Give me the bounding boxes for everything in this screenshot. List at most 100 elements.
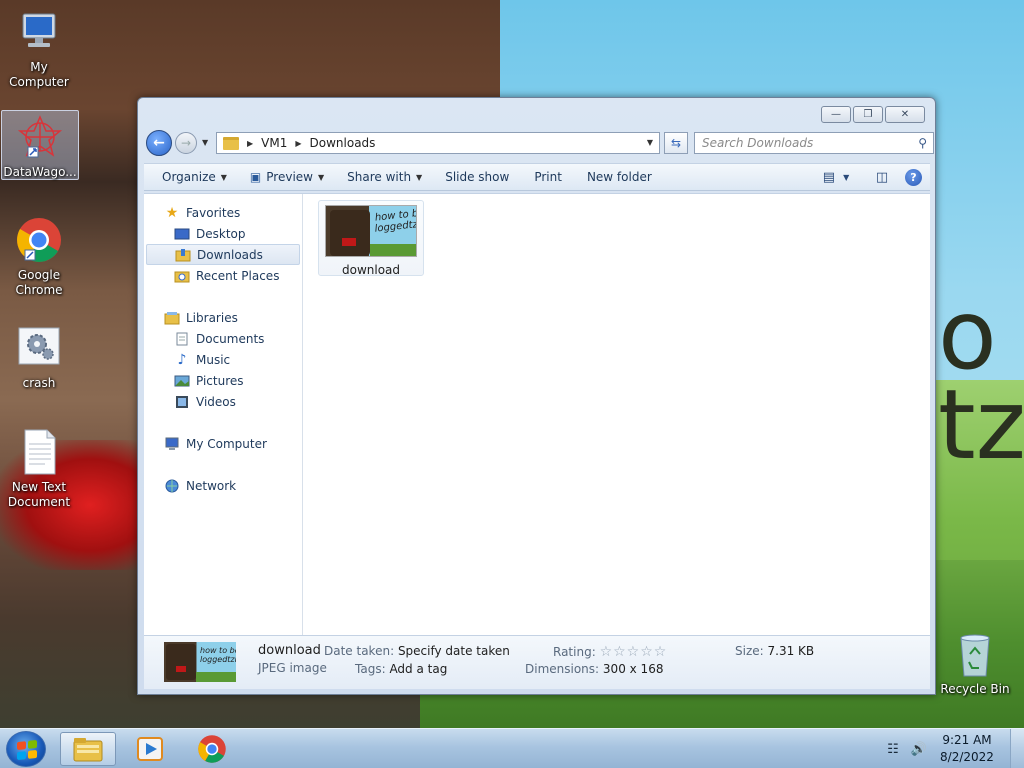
- desktop-icon-recycle-bin[interactable]: Recycle Bin: [936, 632, 1014, 697]
- new-folder-button[interactable]: New folder: [571, 170, 661, 184]
- back-button[interactable]: ←: [146, 130, 172, 156]
- print-button[interactable]: Print: [518, 170, 571, 184]
- search-placeholder: Search Downloads: [702, 136, 814, 150]
- network-icon: [164, 479, 180, 493]
- chevron-down-icon: ▼: [416, 172, 423, 182]
- slide-show-button[interactable]: Slide show: [431, 170, 518, 184]
- clock[interactable]: 9:21 AM 8/2/2022: [936, 732, 998, 766]
- text-file-icon: [15, 428, 63, 476]
- view-icon: ▤: [822, 169, 836, 185]
- chevron-right-icon[interactable]: ▶: [247, 139, 253, 148]
- size-value: 7.31 KB: [767, 644, 815, 658]
- videos-icon: [174, 395, 190, 409]
- folder-icon: [73, 738, 103, 762]
- close-button[interactable]: ✕: [885, 106, 925, 123]
- documents-icon: [174, 332, 190, 346]
- preview-button[interactable]: ▣ Preview ▼: [236, 170, 333, 184]
- chevron-down-icon: ▼: [220, 172, 227, 182]
- clock-time: 9:21 AM: [942, 733, 992, 747]
- nav-desktop[interactable]: Desktop: [144, 223, 302, 244]
- chrome-icon: [198, 735, 226, 763]
- star-icon: ★: [165, 204, 179, 221]
- minimize-icon: —: [831, 109, 841, 120]
- network-status-icon[interactable]: ☷: [884, 740, 902, 758]
- nav-network[interactable]: Network: [144, 475, 302, 496]
- search-icon[interactable]: ⚲: [918, 136, 927, 150]
- chevron-down-icon: ▼: [317, 172, 325, 182]
- nav-favorites[interactable]: ★ Favorites: [144, 202, 302, 223]
- refresh-icon: ⇆: [670, 136, 682, 150]
- start-button[interactable]: [6, 731, 46, 767]
- image-thumbnail: how to be loggedtzip: [325, 205, 417, 257]
- chevron-right-icon[interactable]: ▶: [295, 139, 301, 148]
- tags-label: Tags:: [355, 662, 386, 676]
- computer-icon: [15, 8, 63, 56]
- pictures-icon: [174, 374, 190, 388]
- file-name: download: [341, 263, 401, 277]
- computer-icon: [164, 437, 180, 451]
- dimensions-value: 300 x 168: [602, 662, 664, 676]
- forward-button[interactable]: →: [175, 132, 197, 154]
- nav-downloads[interactable]: Downloads: [146, 244, 300, 265]
- nav-recent-places[interactable]: Recent Places: [144, 265, 302, 286]
- desktop-icon-datawagon[interactable]: DataWago...: [1, 110, 79, 180]
- taskbar: ☷ 🔊 9:21 AM 8/2/2022: [0, 728, 1024, 768]
- refresh-button[interactable]: ⇆: [664, 132, 688, 154]
- preview-pane-icon: ◫: [875, 169, 889, 185]
- taskbar-explorer[interactable]: [60, 732, 116, 766]
- file-item-download[interactable]: how to be loggedtzip download: [318, 200, 424, 277]
- dimensions-label: Dimensions:: [525, 662, 600, 676]
- nav-my-computer[interactable]: My Computer: [144, 433, 302, 454]
- preview-pane-button[interactable]: ◫: [873, 168, 891, 186]
- rating-label: Rating:: [553, 645, 596, 659]
- details-file-name: download: [258, 643, 321, 658]
- search-input[interactable]: Search Downloads ⚲: [694, 132, 934, 154]
- desktop-icon-new-text-document[interactable]: New Text Document: [0, 428, 78, 510]
- desktop-icon-my-computer[interactable]: My Computer: [0, 8, 78, 90]
- nav-documents[interactable]: Documents: [144, 328, 302, 349]
- help-icon: ?: [910, 170, 917, 184]
- libraries-icon: [164, 311, 180, 325]
- music-icon: ♪: [177, 351, 187, 368]
- date-taken-value[interactable]: Specify date taken: [398, 644, 510, 658]
- chevron-down-icon: ▼: [843, 172, 850, 182]
- navigation-pane: ★ Favorites Desktop Downloads Recent Pla…: [144, 194, 303, 636]
- rating-stars[interactable]: ☆☆☆☆☆: [600, 644, 668, 660]
- minimize-button[interactable]: —: [821, 106, 851, 123]
- volume-icon[interactable]: 🔊: [910, 740, 928, 758]
- maximize-icon: ❒: [863, 109, 873, 120]
- datawagon-icon: [16, 113, 64, 161]
- size-label: Size:: [735, 644, 764, 658]
- media-player-icon: [137, 737, 163, 761]
- desktop-icon-crash[interactable]: crash: [0, 324, 78, 391]
- address-dropdown[interactable]: ▼: [647, 138, 653, 147]
- address-bar[interactable]: ▶ VM1 ▶ Downloads ▼: [216, 132, 660, 154]
- close-icon: ✕: [900, 109, 910, 120]
- desktop-icon-google-chrome[interactable]: Google Chrome: [0, 216, 78, 298]
- help-button[interactable]: ?: [905, 168, 922, 186]
- window-controls: — ❒ ✕: [821, 106, 925, 123]
- command-bar: Organize ▼ ▣ Preview ▼ Share with ▼ Slide s…: [144, 163, 930, 191]
- address-row: ← → ▼ ▶ VM1 ▶ Downloads ▼ ⇆ Search Downl…: [146, 130, 934, 156]
- taskbar-chrome[interactable]: [184, 732, 240, 766]
- windows-logo-icon: [17, 739, 37, 761]
- recent-pages-dropdown[interactable]: ▼: [202, 138, 208, 147]
- nav-videos[interactable]: Videos: [144, 391, 302, 412]
- downloads-folder-icon: [175, 248, 191, 262]
- explorer-window: — ❒ ✕ ← → ▼ ▶ VM1 ▶ Downloads ▼ ⇆ Search…: [137, 97, 936, 695]
- nav-music[interactable]: ♪ Music: [144, 349, 302, 370]
- change-view-button[interactable]: ▤ ▼: [823, 168, 849, 186]
- breadcrumb-vm1[interactable]: VM1: [261, 136, 287, 150]
- date-taken-label: Date taken:: [324, 644, 395, 658]
- preview-icon: ▣: [249, 170, 262, 184]
- organize-button[interactable]: Organize ▼: [144, 170, 236, 184]
- show-desktop-button[interactable]: [1010, 729, 1024, 768]
- nav-pictures[interactable]: Pictures: [144, 370, 302, 391]
- nav-libraries[interactable]: Libraries: [144, 307, 302, 328]
- breadcrumb-downloads[interactable]: Downloads: [310, 136, 376, 150]
- maximize-button[interactable]: ❒: [853, 106, 883, 123]
- share-with-button[interactable]: Share with ▼: [333, 170, 431, 184]
- details-file-type: JPEG image: [258, 661, 327, 675]
- taskbar-media-player[interactable]: [122, 732, 178, 766]
- tags-value[interactable]: Add a tag: [389, 662, 447, 676]
